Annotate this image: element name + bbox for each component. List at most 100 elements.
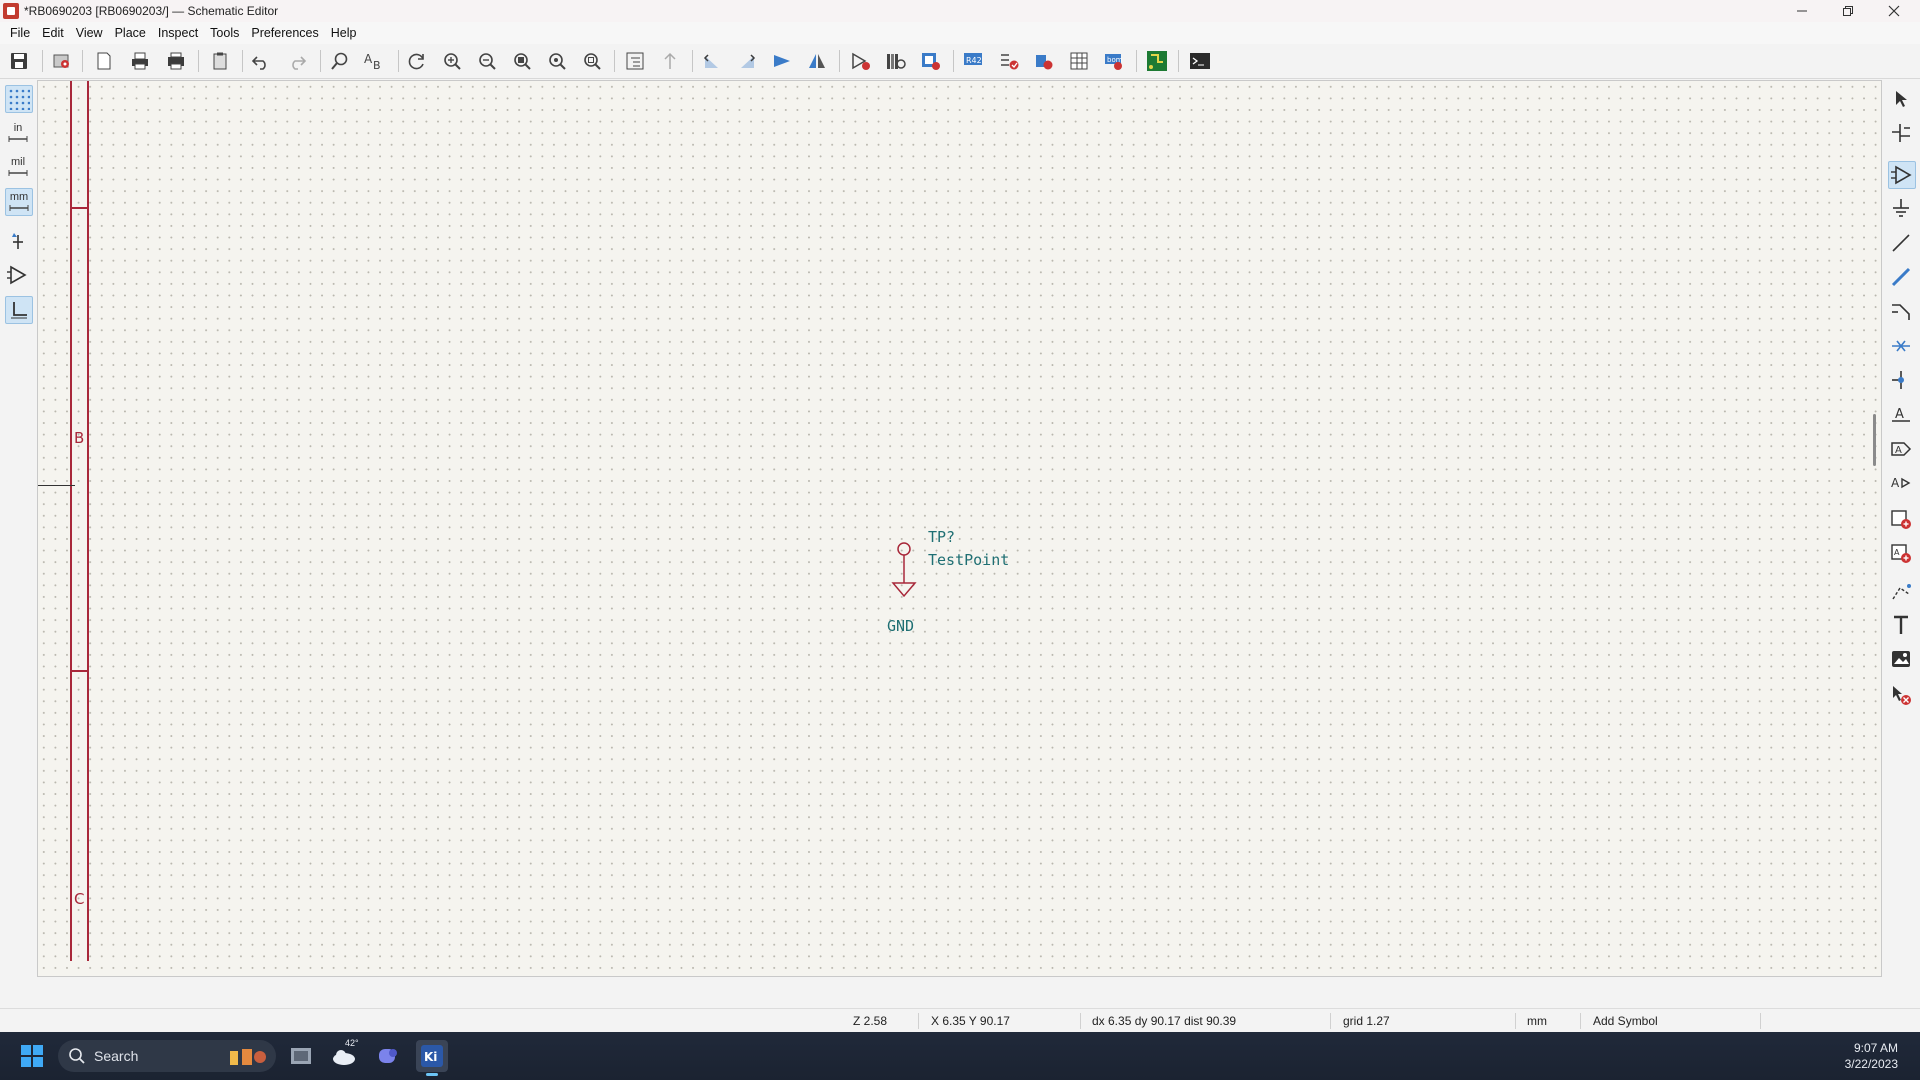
kicad-taskbar-button[interactable]: Ki xyxy=(416,1040,448,1076)
mirror-horizontal-button[interactable] xyxy=(805,49,829,73)
menu-inspect[interactable]: Inspect xyxy=(152,26,204,40)
minimize-button[interactable] xyxy=(1780,0,1824,22)
rotate-ccw-button[interactable] xyxy=(700,49,724,73)
windows-taskbar: Search 42° Ki 9:07 AM 3/22/2023 xyxy=(0,1032,1920,1080)
menu-tools[interactable]: Tools xyxy=(204,26,245,40)
plot-icon xyxy=(168,52,184,70)
symbol-reference[interactable]: TP? xyxy=(928,528,955,546)
restore-button[interactable] xyxy=(1826,0,1870,22)
ruler-icon xyxy=(9,205,29,211)
fields-editor-icon xyxy=(1070,52,1088,70)
line-mode-button[interactable] xyxy=(5,296,33,324)
plot-button[interactable] xyxy=(164,49,188,73)
menu-view[interactable]: View xyxy=(70,26,109,40)
fields-editor-button[interactable] xyxy=(1067,49,1091,73)
cursor-style-button[interactable] xyxy=(5,228,31,254)
add-wire-button[interactable] xyxy=(1888,230,1914,256)
add-hier-sheet-button[interactable] xyxy=(1888,506,1914,532)
menu-edit[interactable]: Edit xyxy=(36,26,70,40)
no-connect-button[interactable] xyxy=(1888,333,1914,359)
add-text-button[interactable] xyxy=(1888,612,1914,638)
find-replace-button[interactable]: AB xyxy=(362,49,386,73)
add-global-label-button[interactable]: A xyxy=(1888,436,1914,462)
units-inches-button[interactable]: in xyxy=(5,120,31,146)
junction-button[interactable] xyxy=(1888,367,1914,393)
add-symbol-button[interactable] xyxy=(1888,161,1916,189)
zoom-fit-button[interactable] xyxy=(510,49,534,73)
close-button[interactable] xyxy=(1872,0,1916,22)
teams-button[interactable] xyxy=(372,1040,404,1072)
add-power-button[interactable] xyxy=(1888,195,1914,221)
redo-button[interactable] xyxy=(285,49,309,73)
menu-place[interactable]: Place xyxy=(109,26,152,40)
add-bus-button[interactable] xyxy=(1888,264,1914,290)
add-wire-icon xyxy=(1892,234,1910,252)
add-hier-label-button[interactable]: A xyxy=(1888,470,1914,496)
schematic-setup-button[interactable] xyxy=(50,49,74,73)
power-label[interactable]: GND xyxy=(887,617,914,635)
refresh-button[interactable] xyxy=(405,49,429,73)
save-button[interactable] xyxy=(7,49,31,73)
hierarchy-navigator-button[interactable] xyxy=(623,49,647,73)
footprint-assign-button[interactable] xyxy=(998,49,1022,73)
scripting-console-button[interactable] xyxy=(1188,49,1212,73)
add-label-button[interactable]: A xyxy=(1888,401,1914,427)
symbol-value[interactable]: TestPoint xyxy=(928,551,1009,569)
leave-sheet-button[interactable] xyxy=(658,49,682,73)
undo-icon xyxy=(251,56,266,70)
hidden-pins-button[interactable] xyxy=(5,262,31,288)
units-in-label: in xyxy=(13,122,23,134)
add-image-button[interactable] xyxy=(1888,646,1914,672)
svg-text:A: A xyxy=(364,52,373,66)
taskbar-clock[interactable]: 9:07 AM 3/22/2023 xyxy=(1845,1040,1898,1072)
frame-border-outer xyxy=(70,81,72,961)
units-mm-button[interactable]: mm xyxy=(5,188,33,216)
mirror-vertical-button[interactable] xyxy=(770,49,794,73)
import-sheet-pin-icon: A xyxy=(1891,544,1911,563)
minimize-icon xyxy=(1797,10,1807,12)
find-button[interactable] xyxy=(328,49,352,73)
menu-preferences[interactable]: Preferences xyxy=(245,26,324,40)
search-highlight-icon xyxy=(230,1049,266,1065)
start-button[interactable] xyxy=(16,1040,48,1072)
testpoint-symbol[interactable] xyxy=(890,540,930,606)
graphic-line-icon xyxy=(1892,584,1911,600)
highlight-net-button[interactable] xyxy=(1888,120,1914,146)
zoom-in-button[interactable] xyxy=(440,49,464,73)
zoom-objects-button[interactable] xyxy=(545,49,569,73)
menu-help[interactable]: Help xyxy=(325,26,363,40)
print-button[interactable] xyxy=(128,49,152,73)
weather-widget[interactable]: 42° xyxy=(328,1038,360,1072)
grid-toggle-button[interactable] xyxy=(5,85,33,113)
zoom-selection-icon xyxy=(584,53,601,70)
select-tool-button[interactable] xyxy=(1888,86,1914,112)
undo-button[interactable] xyxy=(249,49,273,73)
erc-button[interactable]: R42 xyxy=(962,49,986,73)
pcb-editor-button[interactable] xyxy=(1145,49,1169,73)
kicad-schematic-icon xyxy=(3,3,19,19)
taskbar-search[interactable]: Search xyxy=(58,1040,276,1072)
annotate-button[interactable] xyxy=(919,49,943,73)
page-settings-button[interactable] xyxy=(92,49,116,73)
graphic-line-button[interactable] xyxy=(1888,578,1914,604)
vertical-scrollbar[interactable] xyxy=(1873,414,1876,466)
bus-entry-button[interactable] xyxy=(1888,298,1914,324)
bom-button[interactable] xyxy=(1032,49,1056,73)
paste-button[interactable] xyxy=(208,49,232,73)
symbol-browser-button[interactable] xyxy=(884,49,908,73)
units-mils-button[interactable]: mil xyxy=(5,154,31,180)
rotate-cw-button[interactable] xyxy=(735,49,759,73)
menu-file[interactable]: File xyxy=(4,26,36,40)
weather-temp: 42° xyxy=(345,1038,359,1048)
netlist-button[interactable]: bom xyxy=(1102,49,1126,73)
scripting-console-icon xyxy=(1190,53,1210,69)
delete-tool-button[interactable] xyxy=(1888,682,1914,708)
add-power-icon xyxy=(1893,199,1909,217)
bom-icon xyxy=(1036,55,1053,70)
zoom-out-button[interactable] xyxy=(475,49,499,73)
file-explorer-button[interactable] xyxy=(285,1040,317,1072)
zoom-selection-button[interactable] xyxy=(580,49,604,73)
schematic-canvas[interactable]: B C TP? TestPoint GND xyxy=(37,80,1882,977)
import-sheet-pin-button[interactable]: A xyxy=(1888,540,1914,566)
symbol-editor-button[interactable] xyxy=(849,49,873,73)
